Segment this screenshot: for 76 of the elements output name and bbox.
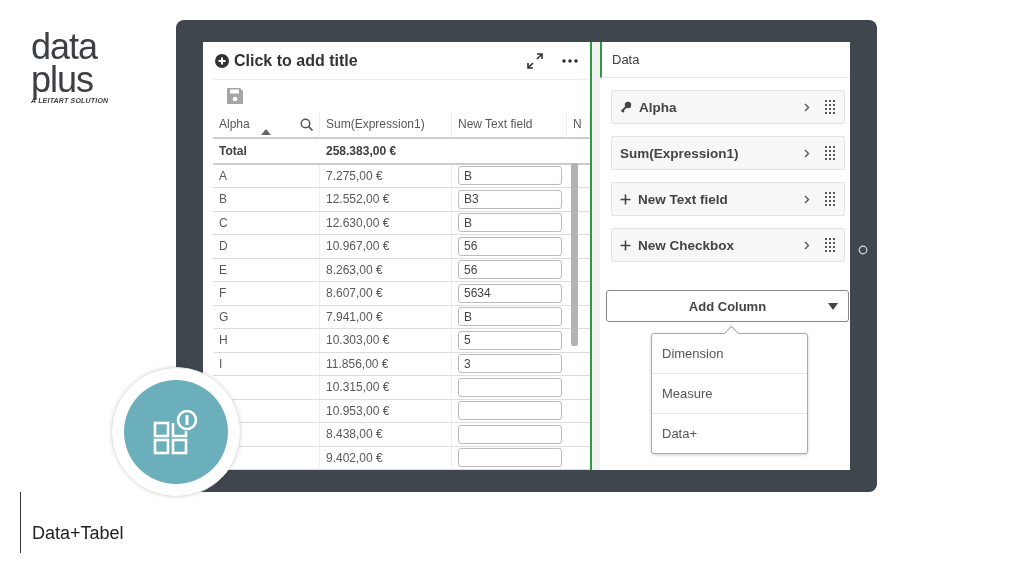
plus-icon: [620, 193, 631, 205]
add-circle-icon[interactable]: [215, 53, 229, 68]
input-field[interactable]: [458, 401, 562, 421]
table-cell: C: [219, 215, 228, 230]
column-header[interactable]: Alpha: [213, 111, 320, 139]
input-field[interactable]: 5634: [458, 283, 562, 303]
input-field[interactable]: 5: [458, 330, 562, 350]
table-cell: 10.315,00 €: [326, 380, 390, 395]
drag-handle-icon[interactable]: [825, 238, 836, 252]
chevron-right-icon[interactable]: [804, 240, 810, 250]
field-label: New Text field: [638, 191, 729, 207]
table-cell: 7.275,00 €: [326, 168, 383, 183]
field-card[interactable]: New Text field: [611, 182, 845, 216]
table-cell: 10.967,00 €: [326, 239, 390, 254]
sort-ascending-icon[interactable]: [261, 128, 271, 135]
table-cell: A: [219, 168, 227, 183]
table-cell: F: [219, 286, 227, 301]
home-button-icon[interactable]: [858, 245, 868, 255]
table-cell: 8.438,00 €: [326, 427, 383, 442]
input-field[interactable]: [458, 377, 562, 397]
widget-grid-icon: [153, 409, 199, 455]
caption: Data+Tabel: [32, 523, 124, 544]
input-field[interactable]: B: [458, 307, 562, 327]
scrollbar[interactable]: [571, 162, 578, 346]
field-card[interactable]: New Checkbox: [611, 228, 845, 262]
table-cell: 10.303,00 €: [326, 333, 390, 348]
input-field[interactable]: 3: [458, 354, 562, 374]
menu-item[interactable]: Data+: [652, 413, 807, 453]
input-field[interactable]: [458, 424, 562, 444]
drag-handle-icon[interactable]: [825, 146, 836, 160]
menu-item[interactable]: Dimension: [652, 334, 807, 373]
expand-icon[interactable]: [526, 51, 544, 70]
table-cell: G: [219, 309, 229, 324]
caret-icon: [828, 303, 838, 310]
drag-handle-icon[interactable]: [825, 192, 836, 206]
table-cell: 8.263,00 €: [326, 262, 383, 277]
field-label: New Checkbox: [638, 237, 736, 253]
table-cell: I: [219, 356, 223, 371]
table-cell: D: [219, 239, 228, 254]
drag-handle-icon[interactable]: [825, 100, 836, 114]
field-label: Alpha: [639, 99, 678, 115]
table-cell: 10.953,00 €: [326, 403, 390, 418]
column-header[interactable]: Sum(Expression1): [320, 111, 452, 139]
table-cell: B: [219, 192, 227, 207]
add-column-button[interactable]: Add Column: [606, 290, 849, 322]
logo-text: data: [31, 30, 99, 63]
panel-title[interactable]: Data: [600, 42, 850, 78]
table-cell: 12.630,00 €: [326, 215, 390, 230]
sheet-title[interactable]: Click to add title: [234, 51, 526, 70]
input-field[interactable]: 56: [458, 260, 562, 280]
input-field[interactable]: B: [458, 166, 562, 186]
table-cell: E: [219, 262, 227, 277]
search-icon[interactable]: [300, 117, 313, 131]
total-value: 258.383,00 €: [326, 143, 397, 158]
table-cell: 8.607,00 €: [326, 286, 383, 301]
chevron-right-icon[interactable]: [804, 148, 810, 158]
chevron-right-icon[interactable]: [804, 102, 810, 112]
input-field[interactable]: 56: [458, 236, 562, 256]
input-field[interactable]: B: [458, 213, 562, 233]
table-cell: 7.941,00 €: [326, 309, 383, 324]
input-field[interactable]: [458, 448, 562, 468]
field-label: Sum(Expression1): [620, 145, 740, 161]
field-card[interactable]: Alpha: [611, 90, 845, 124]
table-cell: 11.856,00 €: [326, 356, 389, 371]
table-cell: 12.552,00 €: [326, 192, 390, 207]
table-cell: 9.402,00 €: [326, 450, 383, 465]
menu-item[interactable]: Measure: [652, 373, 807, 413]
table-cell: H: [219, 333, 228, 348]
total-label: Total: [219, 143, 247, 158]
input-field[interactable]: B3: [458, 189, 562, 209]
more-icon[interactable]: [562, 58, 578, 63]
chevron-right-icon[interactable]: [804, 194, 810, 204]
column-header[interactable]: New Text field: [452, 111, 567, 139]
field-card[interactable]: Sum(Expression1): [611, 136, 845, 170]
key-icon: [620, 101, 632, 113]
plus-icon: [620, 239, 631, 251]
